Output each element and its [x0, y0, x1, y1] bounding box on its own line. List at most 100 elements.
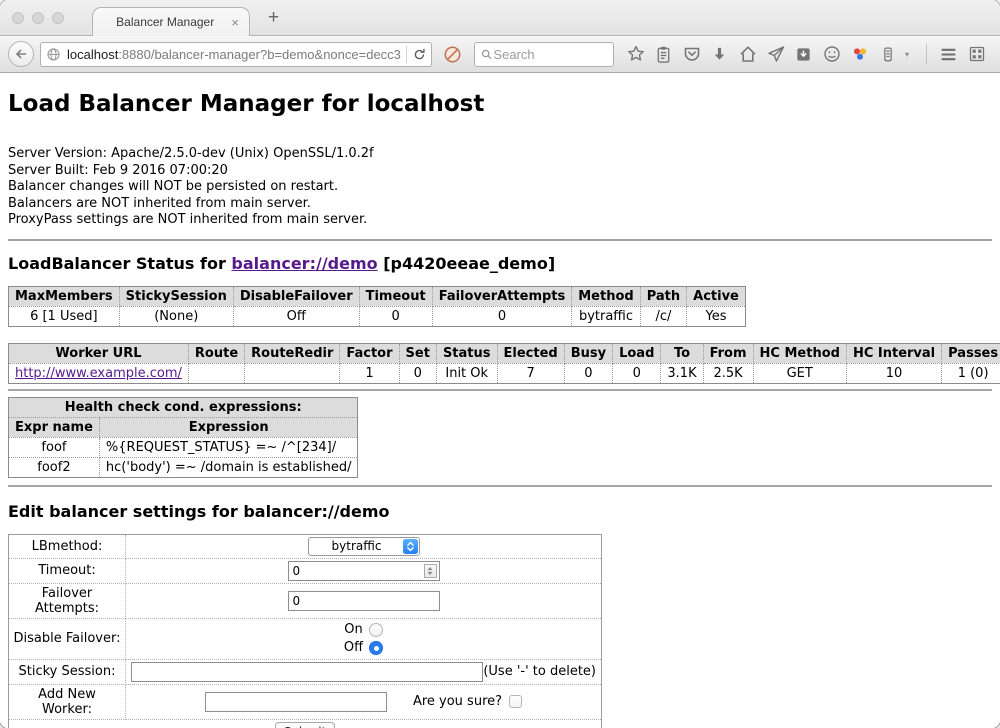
failover-attempts-input[interactable]: [289, 592, 439, 610]
health-row: foof2 hc('body') =~ /domain is establish…: [9, 457, 358, 477]
cell-from: 2.5K: [703, 363, 753, 383]
worker-url-link[interactable]: http://www.example.com/: [15, 366, 182, 381]
timeout-label: Timeout:: [9, 558, 126, 583]
radio-off[interactable]: [369, 641, 383, 655]
table-header-row: Worker URL Route RouteRedir Factor Set S…: [9, 343, 1000, 363]
window-controls: [12, 12, 64, 24]
col-routeredir: RouteRedir: [245, 343, 340, 363]
bookmark-star-icon[interactable]: [625, 44, 646, 65]
sticky-session-label: Sticky Session:: [9, 659, 126, 684]
pocket-icon[interactable]: [681, 44, 702, 65]
table-header-row: Expr name Expression: [9, 417, 358, 437]
col-hc-method: HC Method: [753, 343, 846, 363]
url-host: localhost: [67, 47, 118, 62]
submit-button[interactable]: Submit: [275, 722, 336, 728]
cell-expr-name: foof2: [9, 457, 100, 477]
heading-prefix: LoadBalancer Status for: [8, 254, 231, 273]
table-header-row: MaxMembers StickySession DisableFailover…: [9, 286, 746, 306]
url-text[interactable]: localhost:8880/balancer-manager?b=demo&n…: [67, 47, 401, 62]
cell-elected: 7: [497, 363, 564, 383]
failover-field-wrap: [288, 591, 440, 611]
col-busy: Busy: [564, 343, 612, 363]
col-failoverattempts: FailoverAttempts: [432, 286, 572, 306]
form-row-failover: Failover Attempts:: [9, 583, 602, 618]
heading-suffix: [p4420eeae_demo]: [378, 254, 556, 273]
clipboard-icon[interactable]: [653, 44, 674, 65]
col-active: Active: [687, 286, 746, 306]
overflow-caret-icon[interactable]: ▾: [905, 50, 915, 59]
col-maxmembers: MaxMembers: [9, 286, 120, 306]
browser-tab[interactable]: Balancer Manager ×: [92, 7, 250, 36]
col-disablefailover: DisableFailover: [233, 286, 359, 306]
window-close-button[interactable]: [12, 12, 24, 24]
window-zoom-button[interactable]: [52, 12, 64, 24]
feedback-smiley-icon[interactable]: [821, 44, 842, 65]
col-expression: Expression: [99, 417, 358, 437]
globe-icon: [45, 46, 62, 63]
cell-busy: 0: [564, 363, 612, 383]
cell-hc-interval: 10: [846, 363, 941, 383]
col-elected: Elected: [497, 343, 564, 363]
battery-icon[interactable]: [877, 44, 898, 65]
sticky-session-input[interactable]: [131, 662, 483, 682]
col-expr-name: Expr name: [9, 417, 100, 437]
reload-icon[interactable]: [412, 47, 427, 62]
cell-path: /c/: [640, 306, 686, 326]
send-icon[interactable]: [765, 44, 786, 65]
cell-failoverattempts: 0: [432, 306, 572, 326]
disable-failover-label: Disable Failover:: [9, 618, 126, 659]
content-blocked-icon[interactable]: [443, 45, 462, 64]
col-from: From: [703, 343, 753, 363]
cell-passes: 1 (0): [942, 363, 1000, 383]
cell-expression: %{REQUEST_STATUS} =~ /^[234]/: [99, 437, 358, 457]
tab-title: Balancer Manager: [101, 15, 229, 29]
search-icon: [480, 47, 493, 62]
form-row-sticky: Sticky Session: (Use '-' to delete): [9, 659, 602, 684]
sticky-session-note: (Use '-' to delete): [483, 664, 596, 679]
cell-stickysession: (None): [119, 306, 233, 326]
hamburger-menu-icon[interactable]: [938, 44, 959, 65]
table-title-row: Health check cond. expressions:: [9, 397, 358, 417]
color-dots-icon[interactable]: [849, 44, 870, 65]
cell-active: Yes: [687, 306, 746, 326]
save-box-icon[interactable]: [793, 44, 814, 65]
back-button[interactable]: [8, 41, 34, 67]
edit-settings-form: LBmethod: bytraffic Timeout:: [8, 534, 602, 728]
number-stepper-icon[interactable]: [424, 564, 437, 578]
balancer-status-table: MaxMembers StickySession DisableFailover…: [8, 286, 746, 327]
download-icon[interactable]: [709, 44, 730, 65]
server-version: Server Version: Apache/2.5.0-dev (Unix) …: [8, 146, 992, 163]
cell-set: 0: [399, 363, 436, 383]
add-worker-input[interactable]: [205, 692, 387, 712]
divider: [8, 485, 992, 487]
col-passes: Passes: [942, 343, 1000, 363]
col-stickysession: StickySession: [119, 286, 233, 306]
new-tab-button[interactable]: +: [264, 8, 283, 27]
are-you-sure-label: Are you sure?: [413, 694, 502, 709]
lbmethod-select[interactable]: bytraffic: [308, 537, 420, 556]
are-you-sure-checkbox[interactable]: [509, 695, 522, 708]
grid-tiles-icon[interactable]: [966, 44, 987, 65]
navigation-toolbar: localhost:8880/balancer-manager?b=demo&n…: [0, 36, 1000, 73]
home-icon[interactable]: [737, 44, 758, 65]
col-route: Route: [188, 343, 244, 363]
note-balancers: Balancers are NOT inherited from main se…: [8, 196, 992, 213]
timeout-input[interactable]: [289, 562, 439, 580]
search-input[interactable]: [493, 47, 608, 62]
search-bar[interactable]: [474, 42, 614, 67]
url-path: :8880/balancer-manager?b=demo&nonce=decc…: [118, 47, 401, 62]
balancer-demo-link[interactable]: balancer://demo: [231, 254, 377, 273]
tab-close-icon[interactable]: ×: [229, 15, 241, 30]
radio-on[interactable]: [369, 623, 383, 637]
note-proxypass: ProxyPass settings are NOT inherited fro…: [8, 212, 992, 229]
table-row: 6 [1 Used] (None) Off 0 0 bytraffic /c/ …: [9, 306, 746, 326]
form-row-submit: Submit: [9, 719, 602, 728]
server-built: Server Built: Feb 9 2016 07:00:20: [8, 163, 992, 180]
cell-factor: 1: [340, 363, 399, 383]
cell-disablefailover: Off: [233, 306, 359, 326]
worker-row: http://www.example.com/ 1 0 Init Ok 7 0 …: [9, 363, 1000, 383]
window-minimize-button[interactable]: [32, 12, 44, 24]
url-bar[interactable]: localhost:8880/balancer-manager?b=demo&n…: [40, 42, 432, 67]
cell-timeout: 0: [359, 306, 432, 326]
page-content: Load Balancer Manager for localhost Serv…: [0, 73, 1000, 728]
